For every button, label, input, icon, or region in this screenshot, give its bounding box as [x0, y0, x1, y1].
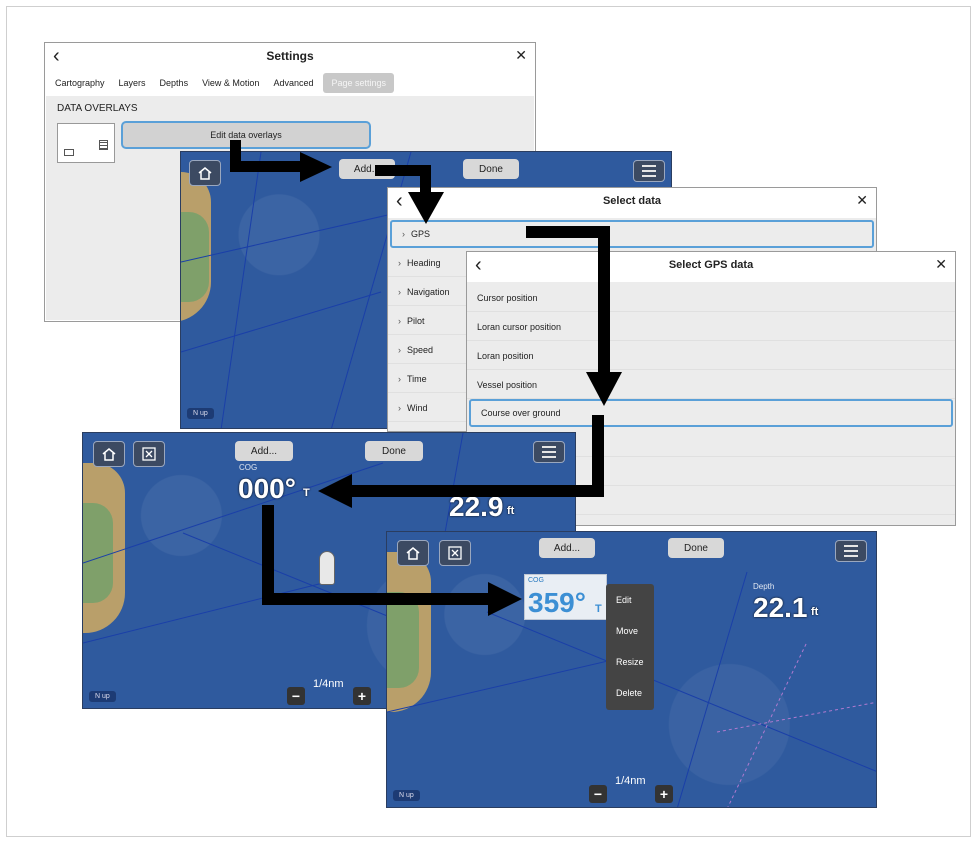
add-button[interactable]: Add...: [539, 538, 595, 558]
flow-arrowhead-1: [300, 152, 332, 182]
home-icon: [102, 448, 116, 461]
vessel-icon: [319, 551, 335, 585]
flow-arrow-2: [420, 165, 431, 195]
select-data-title: Select data: [602, 195, 662, 207]
list-item-label: Wind: [407, 402, 428, 413]
north-up-indicator[interactable]: N up: [187, 408, 214, 419]
list-item-label: Course over ground: [481, 408, 561, 418]
tab-view-motion[interactable]: View & Motion: [202, 78, 259, 88]
menu-item-resize[interactable]: Resize: [606, 646, 654, 677]
list-item-label: Navigation: [407, 286, 450, 297]
man-overboard-icon: [448, 546, 462, 560]
edit-data-overlays-button[interactable]: Edit data overlays: [121, 121, 371, 149]
tab-page-settings[interactable]: Page settings: [323, 73, 395, 93]
close-icon[interactable]: ✕: [935, 256, 947, 273]
close-icon[interactable]: ✕: [856, 192, 868, 209]
list-item-label: Vessel position: [477, 379, 538, 390]
home-button[interactable]: [93, 441, 125, 467]
menu-item-edit[interactable]: Edit: [606, 584, 654, 615]
cog-overlay-selected[interactable]: COG 359° T: [524, 574, 607, 620]
tab-depths[interactable]: Depths: [160, 78, 189, 88]
chart-right[interactable]: Add... Done COG 359° T Edit Move Resize …: [386, 531, 877, 808]
flow-arrow-5: [262, 505, 274, 605]
context-menu: Edit Move Resize Delete: [606, 584, 654, 710]
depth-overlay-unit: ft: [811, 606, 819, 618]
north-up-indicator[interactable]: N up: [393, 790, 420, 801]
flow-arrowhead-5: [488, 582, 522, 616]
cog-overlay-unit: T: [303, 487, 310, 499]
zoom-out-button[interactable]: −: [589, 785, 607, 803]
flow-arrowhead-3: [586, 372, 622, 406]
menu-item-move[interactable]: Move: [606, 615, 654, 646]
list-item-course-over-ground[interactable]: Course over ground: [469, 399, 953, 427]
list-item-loran-position[interactable]: Loran position: [467, 342, 955, 370]
flow-arrow-5: [262, 593, 490, 605]
man-overboard-icon: [142, 447, 156, 461]
flow-arrowhead-4: [318, 474, 352, 508]
list-item-label: Pilot: [407, 315, 425, 326]
depth-overlay-value[interactable]: 22.1: [753, 592, 808, 624]
cog-overlay-value: 359°: [528, 587, 586, 618]
flow-arrow-1: [230, 161, 302, 172]
scale-label: 1/4nm: [313, 678, 344, 690]
zoom-in-button[interactable]: +: [655, 785, 673, 803]
tab-advanced[interactable]: Advanced: [273, 78, 313, 88]
done-button[interactable]: Done: [668, 538, 724, 558]
list-item-label: Speed: [407, 344, 434, 355]
home-button[interactable]: [189, 160, 221, 186]
tab-layers[interactable]: Layers: [119, 78, 146, 88]
thumbnail-grid-icon: [99, 140, 108, 150]
cog-overlay-value[interactable]: 000°: [238, 473, 296, 505]
flow-arrow-4: [350, 485, 604, 497]
menu-item-delete[interactable]: Delete: [606, 677, 654, 708]
depth-overlay-unit: ft: [507, 505, 515, 517]
list-item-loran-cursor-position[interactable]: Loran cursor position: [467, 313, 955, 341]
select-gps-title: Select GPS data: [668, 259, 754, 271]
flow-arrow-3: [598, 226, 610, 374]
cog-overlay-unit: T: [595, 603, 602, 615]
home-button[interactable]: [397, 540, 429, 566]
tab-cartography[interactable]: Cartography: [55, 78, 105, 88]
done-button[interactable]: Done: [365, 441, 423, 461]
list-item-label: Time: [407, 373, 427, 384]
zoom-out-button[interactable]: −: [287, 687, 305, 705]
menu-button[interactable]: [533, 441, 565, 463]
menu-button[interactable]: [835, 540, 867, 562]
man-overboard-button[interactable]: [439, 540, 471, 566]
list-item-label: Heading: [407, 257, 441, 268]
depth-overlay-label: Depth: [753, 582, 775, 591]
add-button[interactable]: Add...: [235, 441, 293, 461]
menu-button[interactable]: [633, 160, 665, 182]
list-item-label: Loran cursor position: [477, 321, 562, 332]
settings-title: Settings: [266, 49, 314, 63]
list-item-gps[interactable]: › GPS: [390, 220, 874, 248]
north-up-indicator[interactable]: N up: [89, 691, 116, 702]
scale-label: 1/4nm: [615, 775, 646, 787]
layout-thumbnail: [57, 123, 115, 163]
man-overboard-button[interactable]: [133, 441, 165, 467]
list-item-vessel-position[interactable]: Vessel position: [467, 371, 955, 399]
settings-tabs: Cartography Layers Depths View & Motion …: [55, 73, 395, 93]
done-button[interactable]: Done: [463, 159, 519, 179]
home-icon: [198, 167, 212, 180]
list-item-label: Loran position: [477, 350, 534, 361]
section-title: DATA OVERLAYS: [57, 103, 138, 114]
list-item-label: Cursor position: [477, 292, 538, 303]
flow-arrowhead-2: [408, 192, 444, 224]
cog-overlay-label: COG: [528, 577, 544, 584]
zoom-in-button[interactable]: +: [353, 687, 371, 705]
list-item-cursor-position[interactable]: Cursor position: [467, 284, 955, 312]
close-icon[interactable]: ✕: [515, 47, 527, 64]
cog-overlay-label: COG: [239, 463, 258, 472]
list-item-label: GPS: [411, 229, 431, 239]
home-icon: [406, 547, 420, 560]
thumbnail-box-icon: [64, 149, 74, 156]
